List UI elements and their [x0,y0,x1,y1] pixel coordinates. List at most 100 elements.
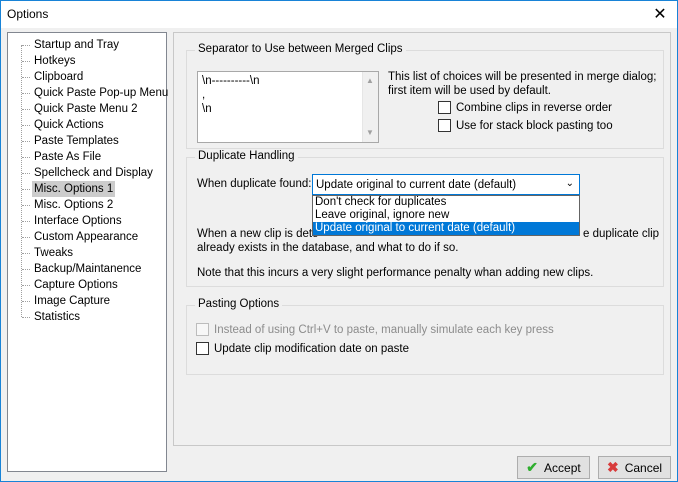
tree-item[interactable]: Misc. Options 1 [8,181,166,197]
scroll-down-icon[interactable]: ▼ [366,126,374,140]
options-tree[interactable]: Startup and Tray Hotkeys Clipboard Quick Pa… [7,32,168,472]
close-icon[interactable]: ✕ [643,1,677,27]
tree-connector [22,317,30,318]
duplicate-group-title: Duplicate Handling [195,150,298,162]
tree-item-label: Misc. Options 1 [32,181,116,197]
stack-block-checkbox[interactable]: Use for stack block pasting too [438,119,613,132]
options-panel: Separator to Use between Merged Clips \n… [173,32,671,446]
tree-item-label: Statistics [34,311,81,323]
tree-item[interactable]: Capture Options [8,277,166,293]
scroll-up-icon[interactable]: ▲ [366,74,374,88]
tree-item[interactable]: Custom Appearance [8,229,166,245]
duplicate-option[interactable]: Leave original, ignore new [313,209,579,222]
tree-item-label: Misc. Options 2 [34,199,114,211]
tree-connector [22,237,30,238]
separator-group-title: Separator to Use between Merged Clips [195,43,406,55]
update-modification-date-checkbox[interactable]: Update clip modification date on paste [196,342,409,355]
duplicate-desc-line2: already exists in the database, and what… [197,242,459,254]
duplicate-label: When duplicate found: [197,178,312,190]
cancel-button[interactable]: ✖ Cancel [598,456,671,479]
tree-item-label: Hotkeys [34,55,76,67]
tree-item[interactable]: Hotkeys [8,53,166,69]
accept-button[interactable]: ✔ Accept [517,456,590,479]
tree-connector [22,253,30,254]
chevron-down-icon[interactable]: ⌄ [566,178,574,189]
tree-item[interactable]: Tweaks [8,245,166,261]
duplicate-desc-start: When a new clip is dete [197,228,319,240]
tree-item[interactable]: Interface Options [8,213,166,229]
tree-item-label: Spellcheck and Display [34,167,153,179]
tree-connector [22,125,30,126]
tree-connector [22,77,30,78]
tree-item[interactable]: Image Capture [8,293,166,309]
separator-list-scrollbar[interactable]: ▲ ▼ [362,72,378,142]
tree-item-label: Backup/Maintanence [34,263,142,275]
tree-item[interactable]: Startup and Tray [8,37,166,53]
tree-item-label: Quick Paste Menu 2 [34,103,138,115]
tree-item-label: Quick Actions [34,119,104,131]
tree-connector [22,269,30,270]
title-bar[interactable]: Options ✕ [1,1,677,28]
tree-item-label: Startup and Tray [34,39,120,51]
tree-connector [22,301,30,302]
separator-note-line1: This list of choices will be presented i… [388,71,657,83]
separator-item[interactable]: \n----------\n [202,74,374,88]
tree-connector [22,61,30,62]
tree-item[interactable]: Misc. Options 2 [8,197,166,213]
tree-connector [22,157,30,158]
tree-item-label: Paste As File [34,151,102,163]
window-title: Options [7,7,49,21]
tree-item-label: Tweaks [34,247,73,259]
pasting-group-title: Pasting Options [195,298,283,310]
options-window: Options ✕ Startup and Tray Hotkeys Clipboa… [0,0,678,482]
duplicate-selected-value: Update original to current date (default… [316,178,517,191]
tree-item[interactable]: Paste As File [8,149,166,165]
accept-label: Accept [544,460,581,475]
tree-connector [22,109,30,110]
tree-connector [22,173,30,174]
tree-item-label: Quick Paste Pop-up Menu [34,87,169,99]
tree-item[interactable]: Backup/Maintanence [8,261,166,277]
tree-connector [22,45,30,46]
tree-item-label: Image Capture [34,295,111,307]
simulate-keypress-label: Instead of using Ctrl+V to paste, manual… [214,323,554,336]
separator-note-line2: first item will be used by default. [388,85,551,97]
tree-connector [22,93,30,94]
separator-note: This list of choices will be presented i… [388,70,656,98]
client-area: Startup and Tray Hotkeys Clipboard Quick Pa… [1,28,677,481]
separator-group: Separator to Use between Merged Clips \n… [186,43,664,149]
tree-connector [22,205,30,206]
combine-reverse-checkbox[interactable]: Combine clips in reverse order [438,101,612,114]
duplicate-dropdown-list[interactable]: Don't check for duplicates Leave origina… [312,195,580,236]
pasting-group: Pasting Options Instead of using Ctrl+V … [186,298,664,375]
duplicate-combobox[interactable]: Update original to current date (default… [312,174,580,195]
separator-list[interactable]: \n----------\n , \n ▲ ▼ [197,71,379,143]
checkbox-box[interactable] [196,342,209,355]
checkbox-box[interactable] [438,101,451,114]
tree-item[interactable]: Statistics [8,309,166,325]
tree-item[interactable]: Clipboard [8,69,166,85]
separator-item[interactable]: \n [202,102,374,116]
tree-connector [22,141,30,142]
tree-item-label: Paste Templates [34,135,119,147]
checkbox-box[interactable] [438,119,451,132]
cancel-label: Cancel [624,460,663,475]
tree-item[interactable]: Quick Actions [8,117,166,133]
combine-reverse-label: Combine clips in reverse order [456,101,612,114]
tree-connector [22,189,30,190]
tree-item-label: Interface Options [34,215,122,227]
separator-item[interactable]: , [202,88,374,102]
tree-item-label: Capture Options [34,279,118,291]
tree-connector [22,221,30,222]
tree-item[interactable]: Quick Paste Menu 2 [8,101,166,117]
duplicate-option-selected[interactable]: Update original to current date (default… [313,222,579,235]
tree-item[interactable]: Paste Templates [8,133,166,149]
tree-item[interactable]: Spellcheck and Display [8,165,166,181]
duplicate-desc-end: e duplicate clip [583,228,660,240]
tree-item-label: Custom Appearance [34,231,139,243]
stack-block-label: Use for stack block pasting too [456,119,613,132]
duplicate-option[interactable]: Don't check for duplicates [313,196,579,209]
tree-connector [22,285,30,286]
tree-item-label: Clipboard [34,71,84,83]
tree-item[interactable]: Quick Paste Pop-up Menu [8,85,168,101]
